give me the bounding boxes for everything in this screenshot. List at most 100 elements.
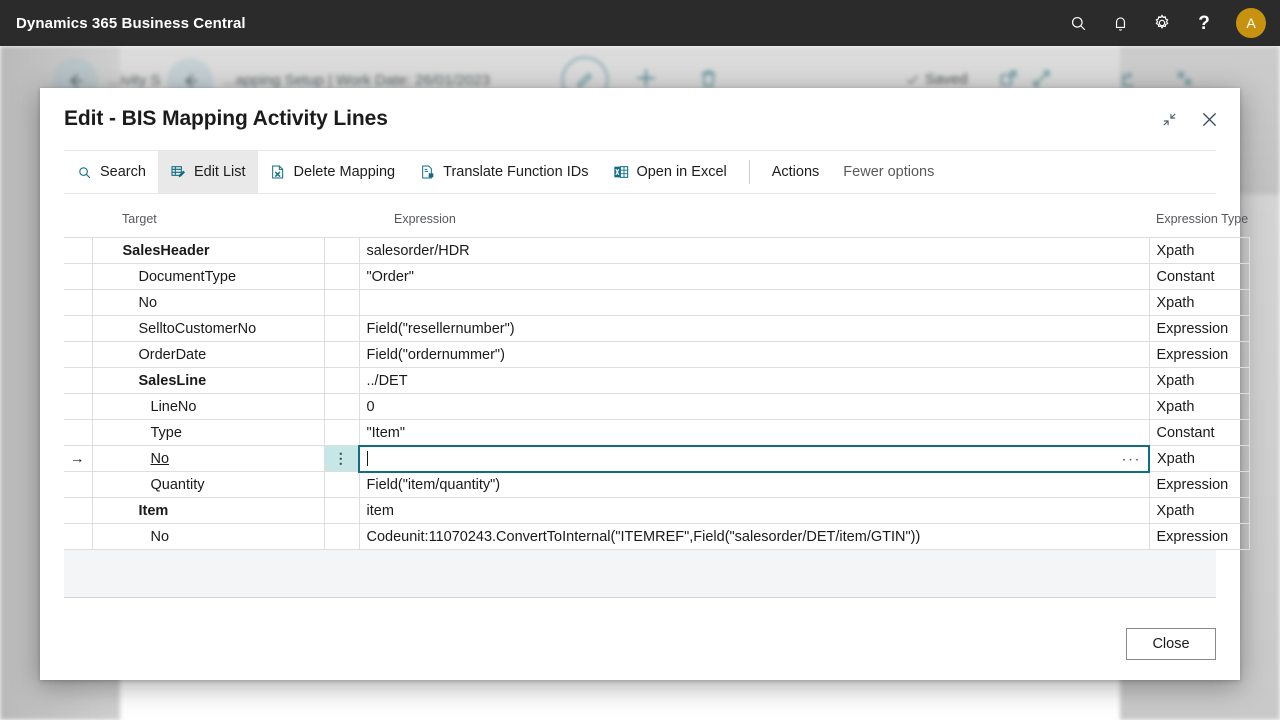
cell-expression-type-value: Constant	[1156, 268, 1215, 285]
expression-input[interactable]: ···	[358, 444, 1150, 473]
search-icon[interactable]	[1060, 5, 1096, 41]
global-top-bar: Dynamics 365 Business Central ? A	[0, 0, 1280, 46]
table-row[interactable]: No Codeunit:11070243.ConvertToInternal("I…	[64, 523, 1250, 551]
cell-expression[interactable]: ../DET	[358, 367, 1150, 395]
ribbon-delete-mapping-button[interactable]: Delete Mapping	[258, 151, 408, 193]
cell-expression[interactable]: 0	[358, 393, 1150, 421]
cell-target[interactable]: DocumentType	[91, 263, 325, 291]
cell-expression-type[interactable]: Expression	[1148, 523, 1250, 551]
collapse-icon[interactable]	[1172, 66, 1196, 90]
cell-expression[interactable]: Field("item/quantity")	[358, 471, 1150, 499]
ribbon-actions-label: Actions	[771, 164, 820, 180]
row-indicator-cell	[64, 289, 93, 317]
ribbon-actions-button[interactable]: Actions	[760, 151, 832, 193]
dialog-header-actions	[1154, 104, 1240, 134]
share-icon[interactable]	[1116, 66, 1140, 90]
notification-bell-icon[interactable]	[1102, 5, 1138, 41]
row-indicator-cell	[64, 315, 93, 343]
ribbon-search-button[interactable]: Search	[64, 151, 158, 193]
table-row[interactable]: Quantity Field("item/quantity") Expression	[64, 471, 1250, 499]
cell-expression[interactable]: "Order"	[358, 263, 1150, 291]
cell-spacer	[323, 471, 360, 499]
cell-expression[interactable]	[358, 289, 1150, 317]
help-question-icon[interactable]: ?	[1186, 5, 1222, 41]
ribbon-item-label: Translate Function IDs	[443, 164, 589, 180]
avatar[interactable]: A	[1236, 8, 1266, 38]
assist-edit-ellipsis-icon[interactable]: ···	[1122, 451, 1142, 466]
cell-expression-type-value: Xpath	[1156, 242, 1195, 259]
table-row[interactable]: Type "Item" Constant	[64, 419, 1250, 447]
cell-expression-type[interactable]: Xpath	[1148, 367, 1250, 395]
cell-expression-type[interactable]: Xpath	[1148, 445, 1250, 473]
settings-gear-icon[interactable]	[1144, 5, 1180, 41]
cell-spacer	[323, 419, 360, 447]
table-row[interactable]: SalesLine ../DET Xpath	[64, 367, 1250, 395]
cell-expression-value: Field("resellernumber")	[366, 320, 515, 337]
cell-expression-type-value: Xpath	[1156, 398, 1195, 415]
cell-expression-type-value: Constant	[1156, 424, 1215, 441]
excel-icon	[612, 164, 629, 181]
cell-target-label: Item	[138, 502, 169, 519]
table-row[interactable]: SelltoCustomerNo Field("resellernumber") E…	[64, 315, 1250, 343]
table-row[interactable]: Item item Xpath	[64, 497, 1250, 525]
cell-target-label: DocumentType	[138, 268, 237, 285]
table-row[interactable]: SalesHeader salesorder/HDR Xpath	[64, 237, 1250, 265]
cell-target[interactable]: No	[91, 289, 325, 317]
edit-dialog: Edit - BIS Mapping Activity Lines Search	[40, 88, 1250, 680]
cell-expression-type[interactable]: Xpath	[1148, 497, 1250, 525]
open-in-new-window-icon[interactable]	[996, 66, 1020, 90]
cell-expression-value: ../DET	[366, 372, 408, 389]
cell-target[interactable]: Quantity	[91, 471, 325, 499]
cell-target[interactable]: No	[91, 523, 325, 551]
cell-target[interactable]: Item	[91, 497, 325, 525]
expand-icon[interactable]	[1029, 66, 1053, 90]
cell-expression-type[interactable]: Xpath	[1148, 289, 1250, 317]
cell-target-label: SalesHeader	[122, 242, 210, 259]
table-row[interactable]: DocumentType "Order" Constant	[64, 263, 1250, 291]
cell-expression-type[interactable]: Expression	[1148, 341, 1250, 369]
cell-target[interactable]: Type	[91, 419, 325, 447]
ribbon-edit-list-button[interactable]: Edit List	[157, 151, 258, 193]
ribbon-open-in-excel-button[interactable]: Open in Excel	[600, 151, 738, 193]
cell-expression-type[interactable]: Constant	[1148, 419, 1250, 447]
ribbon-fewer-options-button[interactable]: Fewer options	[831, 151, 946, 193]
cell-expression[interactable]: Codeunit:11070243.ConvertToInternal("ITE…	[358, 523, 1150, 551]
cell-target[interactable]: No	[91, 445, 325, 473]
cell-target-label: LineNo	[150, 398, 197, 415]
table-row[interactable]: → No ⋮ ··· Xpath	[64, 444, 1250, 473]
cell-expression[interactable]: Field("ordernummer")	[358, 341, 1150, 369]
cell-expression[interactable]: salesorder/HDR	[358, 237, 1150, 265]
cell-expression[interactable]: item	[358, 497, 1150, 525]
column-header-target[interactable]: Target	[92, 206, 324, 238]
cell-target-label: SalesLine	[138, 372, 207, 389]
cell-expression-type[interactable]: Xpath	[1148, 393, 1250, 421]
delete-mapping-icon	[270, 164, 287, 181]
restore-down-icon[interactable]	[1154, 104, 1184, 134]
breadcrumb-1[interactable]: ...ivity S	[108, 72, 161, 89]
breadcrumb-2[interactable]: ...apping Setup | Work Date: 26/01/2023	[223, 72, 490, 89]
cell-target[interactable]: SalesLine	[91, 367, 325, 395]
table-row[interactable]: No Xpath	[64, 289, 1250, 317]
cell-expression[interactable]: "Item"	[358, 419, 1150, 447]
close-icon[interactable]	[1194, 104, 1224, 134]
cell-expression-type[interactable]: Xpath	[1148, 237, 1250, 265]
cell-expression[interactable]: Field("resellernumber")	[358, 315, 1150, 343]
cell-expression-value: 0	[366, 398, 375, 415]
cell-target[interactable]: SalesHeader	[91, 237, 325, 265]
column-header-expression-type[interactable]: Expression Type	[1149, 206, 1249, 238]
close-button[interactable]: Close	[1126, 628, 1216, 660]
column-header-expression[interactable]: Expression	[359, 206, 1149, 238]
cell-expression-type[interactable]: Constant	[1148, 263, 1250, 291]
table-row[interactable]: OrderDate Field("ordernummer") Expression	[64, 341, 1250, 369]
cell-expression-type-value: Expression	[1156, 320, 1229, 337]
cell-target[interactable]: OrderDate	[91, 341, 325, 369]
row-menu-button[interactable]: ⋮	[323, 445, 360, 473]
cell-expression-type[interactable]: Expression	[1148, 315, 1250, 343]
ribbon-translate-function-ids-button[interactable]: Translate Function IDs	[407, 151, 600, 193]
table-row[interactable]: LineNo 0 Xpath	[64, 393, 1250, 421]
cell-expression-type[interactable]: Expression	[1148, 471, 1250, 499]
cell-spacer	[323, 341, 360, 369]
cell-target[interactable]: SelltoCustomerNo	[91, 315, 325, 343]
cell-target[interactable]: LineNo	[91, 393, 325, 421]
ribbon-item-label: Open in Excel	[636, 164, 727, 180]
